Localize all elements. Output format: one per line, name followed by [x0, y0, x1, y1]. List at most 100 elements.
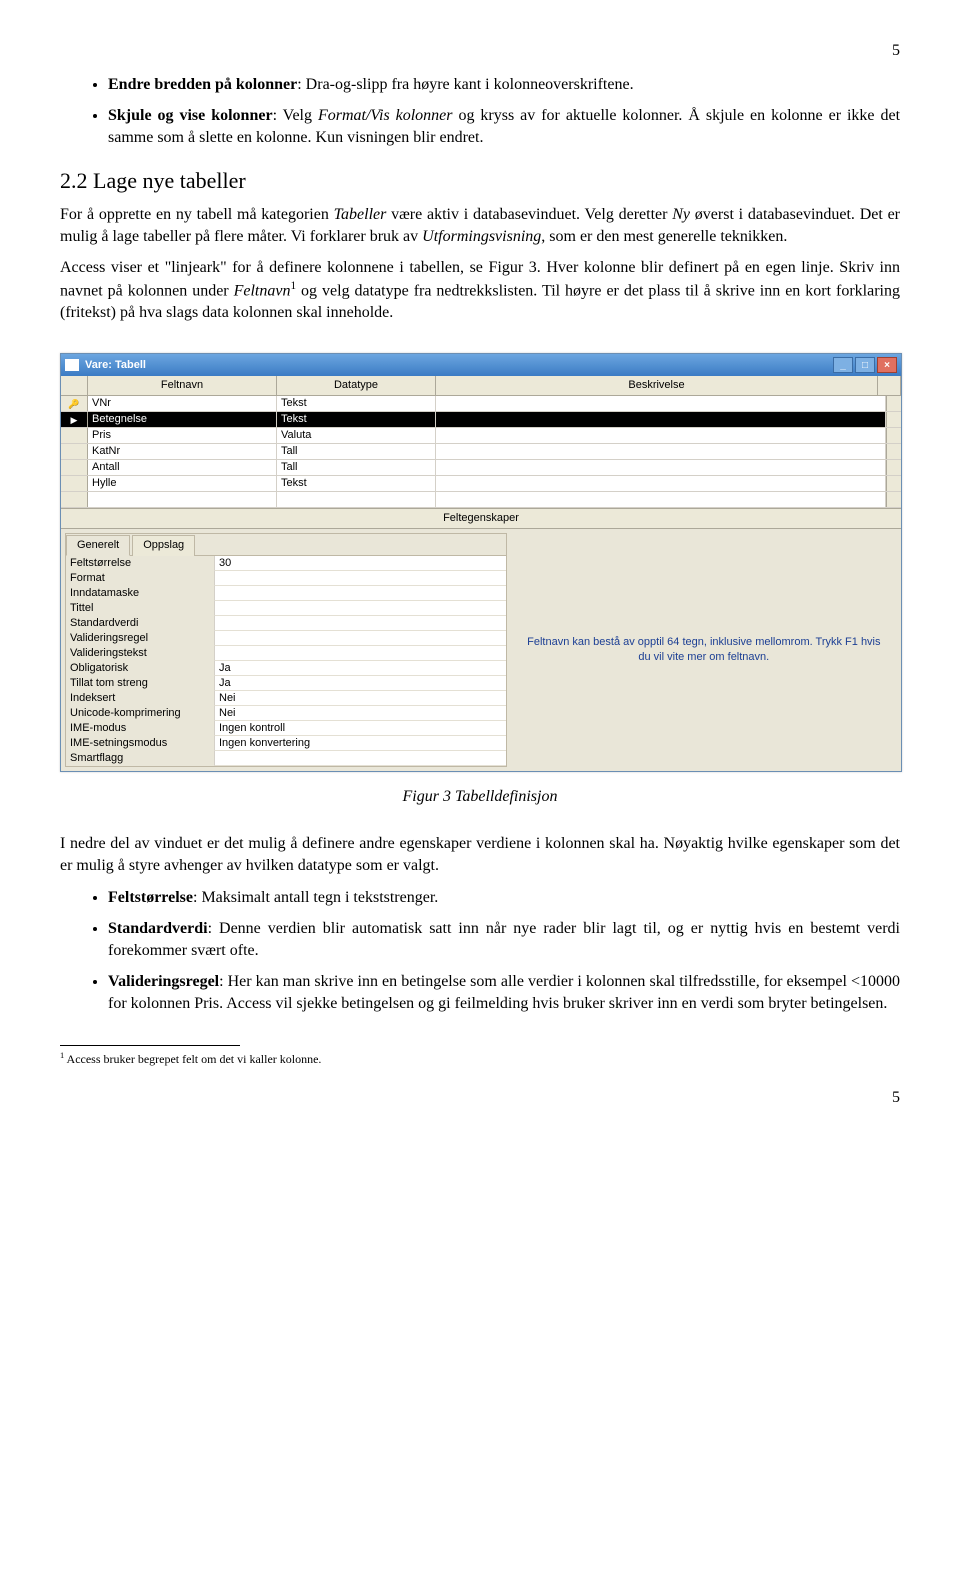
scrollbar-track[interactable] — [886, 396, 901, 411]
bullet-item: Endre bredden på kolonner: Dra-og-slipp … — [108, 74, 900, 96]
row-selector[interactable] — [61, 460, 88, 475]
cell-feltnavn[interactable]: Antall — [88, 460, 277, 475]
figure-caption: Figur 3 Tabelldefinisjon — [60, 786, 900, 808]
paragraph: I nedre del av vinduet er det mulig å de… — [60, 833, 900, 876]
minimize-button[interactable]: _ — [833, 357, 853, 373]
property-label: Inndatamaske — [66, 586, 214, 601]
property-value[interactable]: Nei — [214, 691, 506, 706]
cell-beskrivelse[interactable] — [436, 492, 886, 507]
maximize-button[interactable]: □ — [855, 357, 875, 373]
cell-datatype[interactable]: Tekst — [277, 396, 436, 411]
property-row: Unicode-komprimeringNei — [66, 706, 506, 721]
bullet-text: : Dra-og-slipp fra høyre kant i kolonneo… — [297, 76, 633, 93]
property-label: Obligatorisk — [66, 661, 214, 676]
access-table-designer-window: Vare: Tabell _ □ × Feltnavn Datatype Bes… — [60, 353, 902, 772]
property-label: IME-modus — [66, 721, 214, 736]
row-selector-header — [61, 376, 88, 395]
property-label: Tittel — [66, 601, 214, 616]
property-value[interactable]: 30 — [214, 556, 506, 571]
cell-beskrivelse[interactable] — [436, 444, 886, 459]
cell-datatype[interactable]: Tekst — [277, 412, 436, 427]
footnote-text: Access bruker begrepet felt om det vi ka… — [64, 1052, 321, 1066]
table-row[interactable]: AntallTall — [61, 460, 901, 476]
column-header-beskrivelse[interactable]: Beskrivelse — [436, 376, 878, 395]
table-row[interactable]: HylleTekst — [61, 476, 901, 492]
cell-feltnavn[interactable]: VNr — [88, 396, 277, 411]
cell-beskrivelse[interactable] — [436, 428, 886, 443]
window-buttons: _ □ × — [833, 357, 897, 373]
table-row[interactable] — [61, 492, 901, 508]
bullet-text: : Maksimalt antall tegn i tekststrenger. — [193, 889, 438, 906]
properties-area: Generelt Oppslag Feltstørrelse30FormatIn… — [61, 529, 901, 771]
property-value[interactable] — [214, 646, 506, 661]
bullet-italic: Format/Vis kolonner — [318, 107, 453, 124]
row-selector[interactable]: ▶ — [61, 412, 88, 427]
text-italic: Utformingsvisning — [422, 228, 541, 245]
close-button[interactable]: × — [877, 357, 897, 373]
property-value[interactable]: Ja — [214, 676, 506, 691]
table-row[interactable]: PrisValuta — [61, 428, 901, 444]
property-row: Smartflagg — [66, 751, 506, 766]
text-italic: Tabeller — [334, 206, 387, 223]
property-row: IME-modusIngen kontroll — [66, 721, 506, 736]
cell-datatype[interactable]: Valuta — [277, 428, 436, 443]
property-value[interactable]: Ingen konvertering — [214, 736, 506, 751]
cell-feltnavn[interactable]: Betegnelse — [88, 412, 277, 427]
property-label: Unicode-komprimering — [66, 706, 214, 721]
text: For å opprette en ny tabell må kategorie… — [60, 206, 334, 223]
tab-oppslag[interactable]: Oppslag — [132, 535, 195, 556]
cell-datatype[interactable]: Tall — [277, 460, 436, 475]
cell-beskrivelse[interactable] — [436, 396, 886, 411]
footnote: 1 Access bruker begrepet felt om det vi … — [60, 1050, 900, 1067]
cell-feltnavn[interactable] — [88, 492, 277, 507]
properties-panel: Generelt Oppslag Feltstørrelse30FormatIn… — [65, 533, 507, 767]
scrollbar-track[interactable] — [886, 444, 901, 459]
table-row[interactable]: 🔑 VNrTekst — [61, 396, 901, 412]
row-selector[interactable] — [61, 428, 88, 443]
property-value[interactable]: Nei — [214, 706, 506, 721]
property-row: Format — [66, 571, 506, 586]
column-header-datatype[interactable]: Datatype — [277, 376, 436, 395]
cell-beskrivelse[interactable] — [436, 460, 886, 475]
row-selector[interactable] — [61, 492, 88, 507]
cell-feltnavn[interactable]: Hylle — [88, 476, 277, 491]
tab-generelt[interactable]: Generelt — [66, 535, 130, 556]
property-label: Indeksert — [66, 691, 214, 706]
property-row: Valideringstekst — [66, 646, 506, 661]
bullet-label: Valideringsregel — [108, 973, 219, 990]
property-value[interactable] — [214, 751, 506, 766]
property-value[interactable] — [214, 586, 506, 601]
cell-datatype[interactable] — [277, 492, 436, 507]
property-value[interactable] — [214, 601, 506, 616]
property-row: IndeksertNei — [66, 691, 506, 706]
cell-feltnavn[interactable]: KatNr — [88, 444, 277, 459]
scrollbar-track[interactable] — [886, 412, 901, 427]
table-row[interactable]: ▶BetegnelseTekst — [61, 412, 901, 428]
row-selector[interactable]: 🔑 — [61, 396, 88, 411]
bullet-item: Standardverdi: Denne verdien blir automa… — [108, 918, 900, 961]
scrollbar-track[interactable] — [886, 460, 901, 475]
property-value[interactable] — [214, 616, 506, 631]
scrollbar-track[interactable] — [886, 428, 901, 443]
property-value[interactable]: Ja — [214, 661, 506, 676]
cell-datatype[interactable]: Tekst — [277, 476, 436, 491]
property-label: Standardverdi — [66, 616, 214, 631]
window-title: Vare: Tabell — [85, 358, 833, 373]
column-header-feltnavn[interactable]: Feltnavn — [88, 376, 277, 395]
property-value[interactable]: Ingen kontroll — [214, 721, 506, 736]
cell-feltnavn[interactable]: Pris — [88, 428, 277, 443]
property-value[interactable] — [214, 571, 506, 586]
primary-key-icon: 🔑 — [68, 398, 79, 410]
scrollbar-track[interactable] — [886, 476, 901, 491]
row-selector[interactable] — [61, 476, 88, 491]
cell-beskrivelse[interactable] — [436, 412, 886, 427]
window-icon — [65, 359, 79, 371]
property-row: Feltstørrelse30 — [66, 556, 506, 571]
scrollbar-track[interactable] — [886, 492, 901, 507]
table-row[interactable]: KatNrTall — [61, 444, 901, 460]
cell-datatype[interactable]: Tall — [277, 444, 436, 459]
cell-beskrivelse[interactable] — [436, 476, 886, 491]
property-value[interactable] — [214, 631, 506, 646]
properties-tabs: Generelt Oppslag — [66, 534, 506, 556]
row-selector[interactable] — [61, 444, 88, 459]
